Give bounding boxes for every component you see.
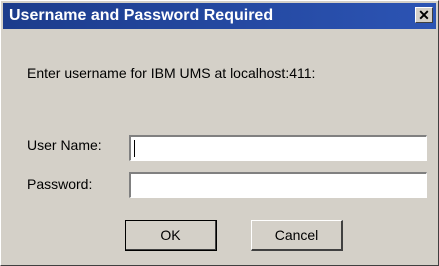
title-bar[interactable]: Username and Password Required ✕ (3, 3, 436, 29)
dialog-title: Username and Password Required (9, 7, 274, 24)
login-dialog: Username and Password Required ✕ Enter u… (0, 0, 439, 266)
cancel-button[interactable]: Cancel (251, 220, 343, 251)
close-button[interactable]: ✕ (415, 7, 433, 23)
close-icon: ✕ (418, 7, 430, 23)
username-field[interactable] (129, 135, 427, 161)
prompt-text: Enter username for IBM UMS at localhost:… (27, 65, 316, 81)
username-label: User Name: (27, 137, 102, 153)
text-caret (134, 140, 135, 157)
password-field[interactable] (129, 172, 427, 198)
password-label: Password: (27, 176, 93, 192)
ok-button[interactable]: OK (125, 220, 217, 251)
